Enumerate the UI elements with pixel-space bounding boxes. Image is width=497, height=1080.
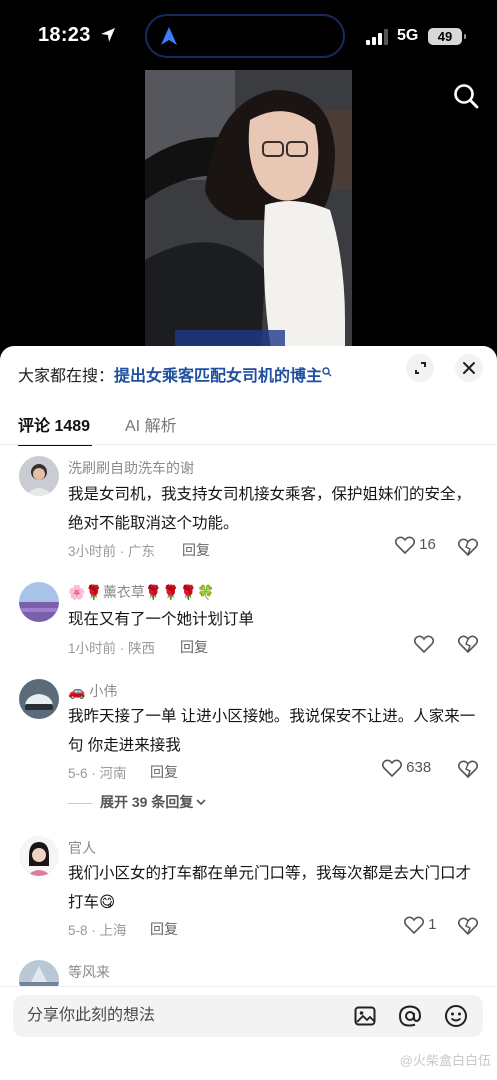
broken-heart-icon <box>457 635 479 654</box>
signal-icon <box>366 29 388 45</box>
comment-meta: 5-8 · 上海 <box>68 923 127 938</box>
comment-input-container[interactable] <box>13 995 483 1037</box>
heart-icon <box>381 759 403 778</box>
comment-text: 我昨天接了一单 让进小区接她。我说保安不让进。人家来一句 你走进来接我 <box>68 708 476 754</box>
like-button[interactable]: 16 <box>394 536 436 555</box>
reply-button[interactable]: 回复 <box>150 762 178 782</box>
heart-icon <box>394 536 416 555</box>
reply-button[interactable]: 回复 <box>180 637 208 657</box>
dislike-button[interactable] <box>457 538 479 557</box>
dynamic-island[interactable] <box>145 14 345 58</box>
like-button[interactable] <box>413 635 435 654</box>
navigation-icon <box>161 27 177 45</box>
hot-search-banner[interactable]: 大家都在搜：提出女乘客匹配女司机的博主 <box>18 362 332 386</box>
comment-text: 我是女司机，我支持女司机接女乘客，保护姐妹们的安全，绝对不能取消这个功能。 <box>68 486 472 532</box>
expand-replies-label: 展开 39 条回复 <box>100 794 194 810</box>
like-button[interactable]: 1 <box>403 916 437 935</box>
comment-username[interactable]: 等风来 <box>68 962 110 982</box>
comment-meta: 3小时前 · 广东 <box>68 544 156 559</box>
video-still <box>145 70 352 370</box>
hot-search-query[interactable]: 提出女乘客匹配女司机的博主 <box>114 368 322 385</box>
like-count: 638 <box>406 759 432 776</box>
close-button[interactable] <box>455 354 483 382</box>
comment-meta: 5-6 · 河南 <box>68 766 127 781</box>
like-button[interactable]: 638 <box>381 759 432 778</box>
tab-comments[interactable]: 评论 1489 <box>18 412 90 436</box>
emoji-icon[interactable] <box>444 1004 468 1028</box>
avatar[interactable] <box>19 582 59 622</box>
hot-search-prefix: 大家都在搜： <box>18 368 115 385</box>
comment-sheet: 大家都在搜：提出女乘客匹配女司机的博主 评论 1489 AI 解析 洗刷刷自助洗… <box>0 346 497 1080</box>
comment-username[interactable]: 洗刷刷自助洗车的谢 <box>68 458 194 478</box>
expand-dash <box>68 802 92 804</box>
heart-icon <box>403 916 425 935</box>
search-small-icon <box>322 367 332 377</box>
image-icon[interactable] <box>353 1004 377 1028</box>
like-count: 16 <box>419 536 436 553</box>
mention-icon[interactable] <box>398 1004 422 1028</box>
like-count: 1 <box>428 916 437 933</box>
watermark: @火柴盒白白伍 <box>399 1053 491 1068</box>
broken-heart-icon <box>457 917 479 936</box>
battery-indicator: 49 <box>428 28 466 45</box>
comment-text: 现在又有了一个她计划订单 <box>68 611 255 628</box>
fullscreen-button[interactable] <box>406 354 434 382</box>
status-bar: 18:23 5G 49 <box>0 0 497 70</box>
comment-username[interactable]: 🌸🌹薰衣草🌹🌹🌹🍀 <box>68 582 215 602</box>
reply-button[interactable]: 回复 <box>150 919 178 939</box>
expand-icon <box>415 362 426 374</box>
comment-meta: 1小时前 · 陕西 <box>68 641 156 656</box>
divider <box>0 444 497 445</box>
video-frame[interactable] <box>145 70 352 370</box>
comment-username[interactable]: 🚗 小伟 <box>68 681 117 701</box>
dislike-button[interactable] <box>457 635 479 654</box>
heart-icon <box>413 635 435 654</box>
comment-username[interactable]: 官人 <box>68 838 96 858</box>
status-time: 18:23 <box>38 24 91 46</box>
comment-input[interactable] <box>27 995 327 1037</box>
location-arrow-icon <box>101 28 115 42</box>
close-icon <box>463 362 475 374</box>
broken-heart-icon <box>457 760 479 779</box>
avatar[interactable] <box>19 836 59 876</box>
broken-heart-icon <box>457 538 479 557</box>
tab-ai-analysis[interactable]: AI 解析 <box>125 412 177 436</box>
network-type: 5G <box>397 27 419 44</box>
dislike-button[interactable] <box>457 917 479 936</box>
dislike-button[interactable] <box>457 760 479 779</box>
avatar[interactable] <box>19 679 59 719</box>
search-icon[interactable] <box>452 82 480 110</box>
avatar[interactable] <box>19 456 59 496</box>
comment-text: 我们小区女的打车都在单元门口等，我每次都是去大门口才打车😋 <box>68 865 472 911</box>
reply-button[interactable]: 回复 <box>182 540 210 560</box>
expand-replies-button[interactable]: 展开 39 条回复 <box>68 792 207 812</box>
comment-input-bar: @火柴盒白白伍 <box>0 986 497 1080</box>
chevron-down-icon <box>196 799 206 806</box>
